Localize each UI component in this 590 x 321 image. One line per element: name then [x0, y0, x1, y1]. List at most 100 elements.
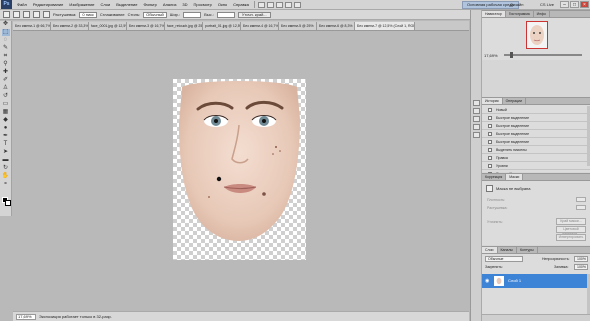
- gradient-tool-icon[interactable]: ▦: [2, 109, 10, 116]
- eye-icon[interactable]: ◉: [485, 278, 489, 284]
- height-input[interactable]: [216, 11, 235, 18]
- add-to-selection-icon[interactable]: [23, 11, 30, 18]
- type-tool-icon[interactable]: T: [2, 141, 10, 148]
- intersect-selection-icon[interactable]: [43, 11, 50, 18]
- document-tab[interactable]: portrait_01.jpg @ 12,5%: [203, 22, 241, 30]
- clone-source-icon[interactable]: [472, 124, 480, 130]
- document-tab[interactable]: Без имени-5 @ 25%: [279, 22, 317, 30]
- menu-image[interactable]: Изображение: [66, 2, 97, 7]
- tab-paths[interactable]: Контуры: [517, 247, 538, 253]
- tab-navigator[interactable]: Навигатор: [482, 11, 506, 17]
- blur-tool-icon[interactable]: ◆: [2, 117, 10, 124]
- smoothing-checkbox[interactable]: Сглаживание: [100, 12, 125, 17]
- eraser-tool-icon[interactable]: ▭: [2, 101, 10, 108]
- tab-info[interactable]: Инфо: [534, 11, 550, 17]
- marquee-tool-preset-icon[interactable]: [3, 11, 10, 18]
- zoom-field[interactable]: 17,69%: [16, 313, 36, 320]
- document-tab[interactable]: Без имени-3 @ 16,7%: [127, 22, 165, 30]
- history-panel-icon[interactable]: [472, 100, 480, 106]
- maximize-icon[interactable]: □: [570, 1, 579, 8]
- eyedropper-icon[interactable]: ⚲: [2, 61, 10, 68]
- menu-edit[interactable]: Редактирование: [30, 2, 66, 7]
- new-selection-icon[interactable]: [13, 11, 20, 18]
- document-tab[interactable]: Без имени-6 @ 8,3%: [317, 22, 355, 30]
- history-item[interactable]: Правка: [482, 154, 590, 162]
- brush-tool-icon[interactable]: ✐: [2, 77, 10, 84]
- 3d-rotate-icon[interactable]: ↻: [2, 165, 10, 172]
- arrange-documents-icon[interactable]: [284, 1, 292, 8]
- healing-brush-icon[interactable]: ✚: [2, 69, 10, 76]
- feather-mask-field[interactable]: [576, 205, 586, 210]
- character-panel-icon[interactable]: [472, 132, 480, 138]
- screen-mode-icon[interactable]: [293, 1, 301, 8]
- shape-tool-icon[interactable]: ▬: [2, 157, 10, 164]
- color-range-button[interactable]: Цветовой диапазон...: [556, 226, 586, 236]
- quick-selection-icon[interactable]: ✎: [2, 45, 10, 52]
- history-item[interactable]: Быстрое выделение: [482, 122, 590, 130]
- history-item[interactable]: Быстрое выделение: [482, 138, 590, 146]
- tab-history[interactable]: История: [482, 98, 503, 104]
- crop-tool-icon[interactable]: ⌗: [2, 53, 10, 60]
- style-select[interactable]: Обычный: [143, 11, 167, 18]
- density-field[interactable]: [576, 197, 586, 202]
- navigator-zoom-slider[interactable]: [504, 52, 582, 58]
- menu-filter[interactable]: Фильтр: [140, 2, 159, 7]
- history-item[interactable]: Быстрое выделение: [482, 114, 590, 122]
- hand-tool-icon[interactable]: ✋: [2, 173, 10, 180]
- document-tab-active[interactable]: Без имени-7 @ 12,5% (Слой 1, RGB/8): [355, 22, 415, 30]
- mask-edge-button[interactable]: Край маски...: [556, 218, 586, 225]
- width-input[interactable]: [183, 11, 202, 18]
- zoom-tool-icon[interactable]: ⚬: [2, 181, 10, 188]
- pen-tool-icon[interactable]: ✒: [2, 133, 10, 140]
- menu-layer[interactable]: Слои: [98, 2, 114, 7]
- tab-layers[interactable]: Слои: [482, 247, 498, 253]
- blend-mode-select[interactable]: Обычные: [485, 256, 523, 262]
- document-tab[interactable]: face_0001.jpg @ 12,5%: [89, 22, 127, 30]
- bridge-icon[interactable]: [257, 1, 265, 8]
- menu-file[interactable]: Файл: [14, 2, 30, 7]
- zoom-slider-handle[interactable]: [510, 52, 513, 58]
- opacity-field[interactable]: 100%: [574, 256, 588, 262]
- menu-window[interactable]: Окно: [215, 2, 230, 7]
- document-canvas[interactable]: [173, 79, 306, 260]
- move-tool-icon[interactable]: ✥: [2, 21, 10, 28]
- feather-input[interactable]: 0 пикс: [79, 11, 97, 18]
- tab-actions[interactable]: Операции: [503, 98, 526, 104]
- document-tab[interactable]: Без имени-2 @ 33,3% (RGB/8): [51, 22, 89, 30]
- design-workspace-link[interactable]: Дизайн: [510, 2, 523, 7]
- subtract-selection-icon[interactable]: [33, 11, 40, 18]
- refine-edge-button[interactable]: Уточн. край...: [237, 11, 271, 18]
- menu-select[interactable]: Выделение: [113, 2, 140, 7]
- menu-view[interactable]: Просмотр: [191, 2, 215, 7]
- history-item[interactable]: Уровни: [482, 162, 590, 170]
- menu-analysis[interactable]: Анализ: [160, 2, 180, 7]
- mini-bridge-icon[interactable]: [266, 1, 274, 8]
- fill-field[interactable]: 100%: [574, 264, 588, 270]
- history-item[interactable]: Быстрое выделение: [482, 130, 590, 138]
- navigator-thumbnail[interactable]: [526, 21, 548, 49]
- history-item[interactable]: Новый: [482, 106, 590, 114]
- dodge-tool-icon[interactable]: ●: [2, 125, 10, 132]
- layer-row-selected[interactable]: ◉ Слой 1: [482, 274, 590, 288]
- menu-3d[interactable]: 3D: [179, 2, 190, 7]
- path-selection-icon[interactable]: ➤: [2, 149, 10, 156]
- actions-panel-icon[interactable]: [472, 108, 480, 114]
- background-color-swatch[interactable]: [5, 200, 11, 206]
- lasso-tool-icon[interactable]: ◌: [2, 37, 10, 44]
- history-brush-icon[interactable]: ↺: [2, 93, 10, 100]
- navigator-zoom-value[interactable]: 17,69%: [484, 53, 498, 58]
- cs-live-button[interactable]: CS Live: [540, 2, 554, 7]
- history-item[interactable]: Выделить пикселы: [482, 146, 590, 154]
- document-tab[interactable]: Без имени-1 @ 66,7% (RGB/8): [13, 22, 51, 30]
- brush-panel-icon[interactable]: [472, 116, 480, 122]
- canvas-area[interactable]: [13, 32, 469, 311]
- close-icon[interactable]: ×: [580, 1, 589, 8]
- tab-masks[interactable]: Маски: [506, 174, 524, 180]
- zoom-level-icon[interactable]: [275, 1, 283, 8]
- invert-button[interactable]: Инвертировать: [556, 234, 586, 241]
- tab-channels[interactable]: Каналы: [498, 247, 517, 253]
- document-tab[interactable]: face_retouch.jpg @ 25%: [165, 22, 203, 30]
- tab-histogram[interactable]: Гистограмма: [506, 11, 534, 17]
- clone-stamp-icon[interactable]: ♙: [2, 85, 10, 92]
- minimize-icon[interactable]: –: [560, 1, 569, 8]
